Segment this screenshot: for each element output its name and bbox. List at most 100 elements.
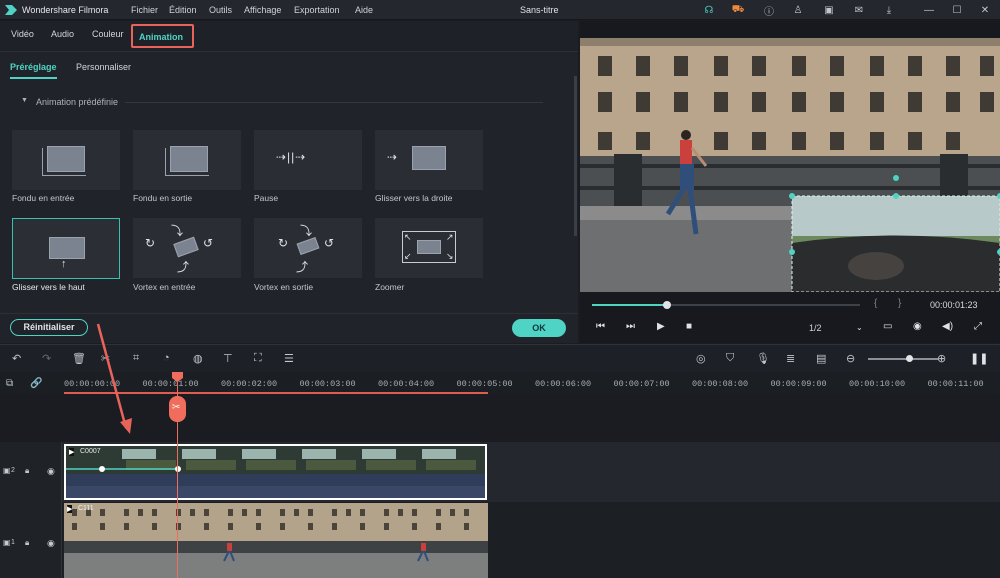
redo-icon[interactable]: ↷ bbox=[42, 352, 51, 365]
ruler-tick-label: 00:00:03:00 bbox=[299, 379, 356, 389]
preset-scrollbar[interactable] bbox=[574, 76, 577, 236]
preset-slide-up[interactable]: ↑ bbox=[12, 218, 120, 279]
eye-icon[interactable]: ◉ bbox=[47, 466, 55, 477]
preset-thumbnail bbox=[49, 237, 85, 259]
timeline-ruler[interactable]: ⧉ 🔗 00:00:00:00 00:00:01:00 00:00:02:00 00:… bbox=[0, 372, 1000, 394]
menu-edition[interactable]: Édition bbox=[169, 5, 197, 15]
preset-fade-in[interactable] bbox=[12, 130, 120, 190]
scissors-icon: ✂ bbox=[172, 402, 181, 413]
track-number: 2 bbox=[11, 467, 15, 474]
stop-icon[interactable]: ■ bbox=[686, 321, 692, 332]
section-divider bbox=[125, 102, 543, 103]
preset-slide-right[interactable]: ⇢ bbox=[375, 130, 483, 190]
reset-button[interactable]: Réinitialiser bbox=[10, 319, 88, 336]
video-preview[interactable] bbox=[580, 38, 1000, 292]
close-icon[interactable]: ✕ bbox=[978, 3, 992, 17]
preset-label: Pause bbox=[254, 193, 279, 203]
maximize-icon[interactable]: ☐ bbox=[950, 3, 964, 17]
preset-label: Glisser vers le haut bbox=[12, 282, 85, 292]
next-frame-icon[interactable]: ⏭ bbox=[626, 321, 635, 332]
caption-icon[interactable]: ▤ bbox=[816, 352, 826, 365]
zoom-in-icon[interactable]: ⊕ bbox=[937, 352, 946, 365]
add-track-icon[interactable]: ⧉ bbox=[6, 378, 13, 389]
render-icon[interactable]: ◎ bbox=[696, 352, 706, 365]
audio-adjust-icon[interactable]: ☰ bbox=[284, 352, 294, 365]
link-icon[interactable]: 🔗 bbox=[30, 378, 42, 389]
split-scissors-handle[interactable]: ✂ bbox=[169, 396, 186, 422]
collapse-caret-icon[interactable]: ▼ bbox=[21, 97, 28, 104]
tab-preset[interactable]: Préréglage bbox=[10, 62, 57, 79]
preset-thumbnail bbox=[170, 146, 208, 172]
eye-icon[interactable]: ◉ bbox=[47, 538, 55, 549]
menu-aide[interactable]: Aide bbox=[355, 5, 373, 15]
display-icon[interactable]: ▭ bbox=[883, 321, 892, 332]
minimize-icon[interactable]: — bbox=[922, 3, 936, 17]
preset-vortex-out[interactable]: ⤵ ↻ ↺ ⤴ bbox=[254, 218, 362, 278]
preset-thumbnail bbox=[417, 240, 441, 254]
preset-pause[interactable]: ⇢||⇢ bbox=[254, 130, 362, 190]
previous-frame-icon[interactable]: ⏮ bbox=[596, 321, 605, 332]
stabilize-icon[interactable]: ⛶ bbox=[254, 352, 262, 365]
preset-label: Vortex en sortie bbox=[254, 282, 314, 292]
preset-fade-out[interactable] bbox=[133, 130, 241, 190]
rotate-arrow-icon: ↺ bbox=[324, 236, 335, 250]
color-icon[interactable]: ◍ bbox=[193, 352, 203, 365]
menu-affichage[interactable]: Affichage bbox=[244, 5, 281, 15]
zoom-slider-knob[interactable] bbox=[906, 355, 913, 362]
menu-outils[interactable]: Outils bbox=[209, 5, 232, 15]
menu-exportation[interactable]: Exportation bbox=[294, 5, 340, 15]
tab-couleur[interactable]: Couleur bbox=[92, 29, 124, 39]
lock-icon[interactable]: 🔒︎ bbox=[25, 538, 29, 548]
account-icon[interactable]: ♙ bbox=[791, 3, 805, 17]
preset-vortex-in[interactable]: ⤵ ↻ ↺ ⤴ bbox=[133, 218, 241, 278]
clip-filmstrip bbox=[64, 503, 488, 578]
marker-icon[interactable]: ⛉ bbox=[726, 352, 734, 365]
tab-video[interactable]: Vidéo bbox=[11, 29, 34, 39]
preview-quality-select[interactable]: 1/2 bbox=[809, 323, 822, 333]
lock-icon[interactable]: 🔒︎ bbox=[25, 466, 29, 476]
mark-in-brace[interactable]: { bbox=[874, 298, 877, 309]
section-title: Animation prédéfinie bbox=[36, 97, 119, 107]
tab-animation[interactable]: Animation bbox=[131, 24, 194, 48]
preset-thumbnail bbox=[296, 236, 320, 256]
microphone-icon[interactable]: 🎙 bbox=[756, 352, 770, 365]
tab-customize[interactable]: Personnaliser bbox=[76, 62, 131, 72]
rotate-arrow-icon: ↻ bbox=[278, 236, 289, 250]
playback-progress[interactable] bbox=[592, 301, 860, 309]
rotate-arrow-icon: ↺ bbox=[203, 236, 214, 250]
snapshot-icon[interactable]: ◉ bbox=[913, 321, 922, 332]
preset-label: Glisser vers la droite bbox=[375, 193, 453, 203]
cart-icon[interactable]: ⛟ bbox=[731, 3, 745, 17]
voiceover-list-icon[interactable]: ≣ bbox=[786, 352, 795, 365]
chevron-down-icon[interactable]: ⌄ bbox=[856, 323, 863, 332]
speed-icon[interactable]: ◔ bbox=[163, 352, 170, 364]
overlay-clip[interactable]: ▶ C0007 bbox=[64, 444, 487, 500]
ruler-tick-label: 00:00:10:00 bbox=[849, 379, 906, 389]
preset-zoom[interactable]: ↖ ↗ ↙ ↘ bbox=[375, 218, 483, 278]
zoom-slider[interactable] bbox=[868, 355, 938, 362]
undo-icon[interactable]: ↶ bbox=[12, 352, 21, 365]
menu-fichier[interactable]: Fichier bbox=[131, 5, 158, 15]
zoom-out-icon[interactable]: ⊖ bbox=[846, 352, 855, 365]
mark-out-brace[interactable]: } bbox=[898, 298, 901, 309]
main-clip[interactable]: ▶ C111 bbox=[64, 503, 488, 578]
split-screen-icon[interactable]: ⊤ bbox=[223, 352, 233, 365]
download-icon[interactable]: ⤓ bbox=[882, 3, 896, 17]
expand-arrow-icon: ↘ bbox=[446, 251, 454, 261]
pause-panel-icon[interactable]: ❚❚ bbox=[970, 352, 988, 365]
volume-icon[interactable]: ◀) bbox=[942, 321, 953, 332]
preset-thumbnail bbox=[412, 146, 446, 170]
support-headset-icon[interactable]: ☊ bbox=[702, 3, 716, 17]
clip-play-icon: ▶ bbox=[67, 505, 73, 513]
play-icon[interactable]: ▶ bbox=[657, 321, 665, 332]
progress-knob[interactable] bbox=[663, 301, 672, 309]
tab-audio[interactable]: Audio bbox=[51, 29, 74, 39]
clip-play-icon: ▶ bbox=[69, 448, 75, 456]
save-icon[interactable]: ▣ bbox=[822, 3, 836, 17]
mail-icon[interactable]: ✉ bbox=[852, 3, 866, 17]
ruler-tick-label: 00:00:07:00 bbox=[613, 379, 670, 389]
fullscreen-icon[interactable]: ⤢ bbox=[974, 321, 982, 332]
delete-icon[interactable]: 🗑 bbox=[72, 352, 86, 365]
info-icon[interactable]: ⓘ bbox=[762, 3, 776, 18]
ok-button[interactable]: OK bbox=[512, 319, 566, 337]
